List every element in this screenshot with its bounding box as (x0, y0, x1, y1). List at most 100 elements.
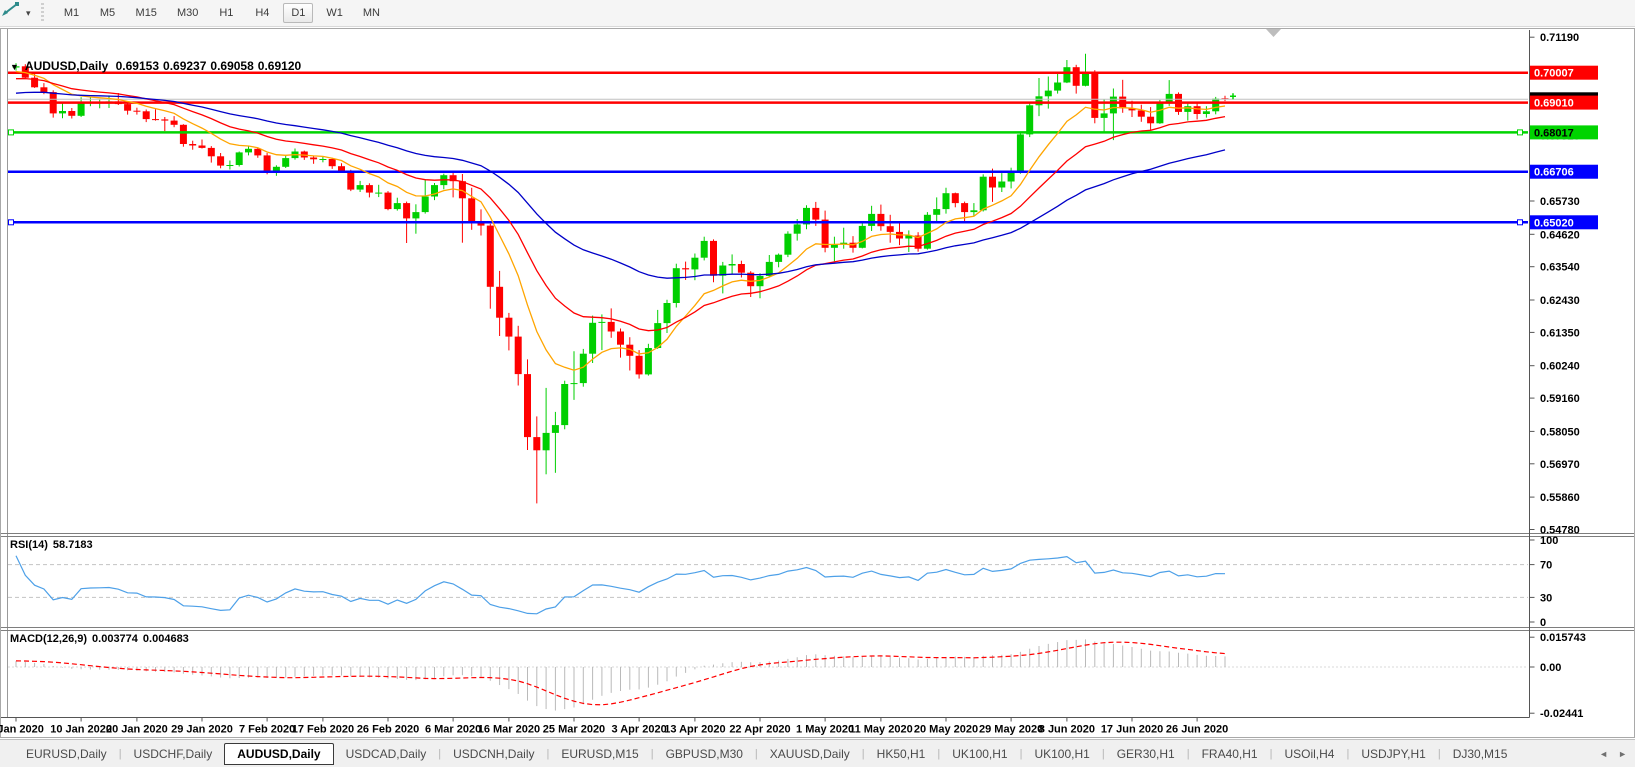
svg-text:0.61350: 0.61350 (1540, 327, 1580, 339)
bear-candle (468, 198, 476, 223)
timeframe-button-w1[interactable]: W1 (319, 3, 350, 23)
toolbar-grip[interactable] (38, 3, 46, 23)
timeframe-button-h4[interactable]: H4 (247, 3, 277, 23)
rsi-value: 58.7183 (52, 539, 93, 551)
chart-tab-usoil-h4[interactable]: USOil,H4 (1272, 743, 1346, 765)
tab-scroll-right-icon[interactable]: ► (1618, 749, 1627, 759)
svg-text:0.63540: 0.63540 (1540, 262, 1580, 274)
bull-candle (1202, 111, 1210, 114)
bull-candle (77, 102, 85, 116)
chart-canvas[interactable]: 0.711900.700800.690000.679200.668100.657… (0, 28, 1635, 738)
timeframe-button-m15[interactable]: M15 (129, 3, 164, 23)
bear-candle (403, 203, 411, 219)
bear-candle (961, 203, 969, 213)
svg-text:29 Jan 2020: 29 Jan 2020 (171, 724, 233, 736)
svg-text:1 May 2020: 1 May 2020 (796, 724, 854, 736)
bull-candle (235, 152, 243, 165)
timeframe-button-h1[interactable]: H1 (211, 3, 241, 23)
timeframe-button-mn[interactable]: MN (356, 3, 387, 23)
bear-candle (1137, 110, 1145, 117)
bull-candle (1026, 105, 1034, 135)
bear-candle (710, 240, 717, 276)
rsi-name: RSI(14) (10, 539, 48, 551)
bull-candle (793, 224, 801, 234)
bear-candle (617, 331, 624, 345)
macd-label: MACD(12,26,9) 0.003774 0.004683 (10, 633, 194, 645)
bear-candle (821, 219, 829, 248)
bear-candle (951, 193, 959, 204)
bull-candle (356, 185, 364, 190)
chart-tab-eurusd-daily[interactable]: EURUSD,Daily (14, 743, 119, 765)
svg-text:11 May 2020: 11 May 2020 (849, 724, 913, 736)
timeframe-button-d1[interactable]: D1 (283, 3, 314, 23)
bear-candle (496, 286, 504, 318)
chart-tab-ger30-h1[interactable]: GER30,H1 (1105, 743, 1187, 765)
bear-candle (365, 185, 373, 193)
bull-candle (598, 321, 606, 323)
bear-candle (217, 156, 225, 166)
ohlc-close: 0.69120 (257, 59, 302, 73)
tool-dropdown-caret[interactable]: ▾ (26, 8, 31, 19)
bull-candle (1184, 106, 1192, 112)
chart-tab-hk50-h1[interactable]: HK50,H1 (865, 743, 938, 765)
bear-candle (682, 268, 690, 270)
svg-text:0: 0 (1540, 617, 1546, 629)
svg-text:17 Feb 2020: 17 Feb 2020 (292, 724, 354, 736)
hline-handle[interactable] (8, 219, 14, 226)
svg-text:0.015743: 0.015743 (1540, 632, 1586, 644)
svg-text:0.65020: 0.65020 (1534, 217, 1574, 229)
bull-candle (1054, 82, 1062, 91)
bull-candle (226, 165, 234, 166)
bull-candle (654, 323, 662, 348)
chart-tab-usdchf-daily[interactable]: USDCHF,Daily (122, 743, 225, 765)
tab-scroll-left-icon[interactable]: ◄ (1599, 749, 1608, 759)
bear-candle (133, 110, 141, 112)
bear-candle (1147, 116, 1155, 124)
macd-main-value: 0.003774 (92, 633, 138, 645)
timeframe-button-m5[interactable]: M5 (93, 3, 123, 23)
bull-candle (858, 225, 866, 248)
chart-tab-eurusd-m15[interactable]: EURUSD,M15 (549, 743, 650, 765)
svg-text:0.66706: 0.66706 (1534, 167, 1574, 179)
timeframe-button-m30[interactable]: M30 (170, 3, 205, 23)
timeframe-button-m1[interactable]: M1 (57, 3, 87, 23)
chart-tab-xauusd-daily[interactable]: XAUUSD,Daily (758, 743, 862, 765)
chart-tab-usdcad-daily[interactable]: USDCAD,Daily (334, 743, 439, 765)
svg-text:16 Mar 2020: 16 Mar 2020 (478, 724, 540, 736)
bull-candle (245, 148, 252, 153)
bull-candle (728, 264, 736, 266)
bear-candle (161, 119, 169, 121)
price-badge-0.68017: 0.68017 (1530, 125, 1598, 140)
symbol-dropdown-caret[interactable]: ▼ (10, 62, 19, 72)
bull-candle (421, 196, 429, 213)
bull-candle (1156, 102, 1164, 124)
chart-tab-dj30-m15[interactable]: DJ30,M15 (1441, 743, 1520, 765)
bear-candle (179, 124, 187, 144)
hline-handle[interactable] (1517, 219, 1523, 226)
bear-candle (505, 317, 513, 337)
chart-tab-uk100-h1[interactable]: UK100,H1 (940, 743, 1019, 765)
chart-tab-uk100-h1[interactable]: UK100,H1 (1022, 743, 1101, 765)
svg-text:0.62430: 0.62430 (1540, 295, 1580, 307)
bull-candle (691, 257, 699, 270)
bear-candle (607, 321, 615, 332)
bull-candle (979, 176, 987, 211)
chart-tab-usdcnh-daily[interactable]: USDCNH,Daily (441, 743, 546, 765)
hline-handle[interactable] (1517, 129, 1523, 136)
hline-handle[interactable] (8, 129, 14, 136)
bull-candle (1165, 93, 1173, 102)
bull-candle (970, 210, 978, 213)
chart-tab-fra40-h1[interactable]: FRA40,H1 (1190, 743, 1270, 765)
chart-tab-gbpusd-m30[interactable]: GBPUSD,M30 (654, 743, 755, 765)
trendline-tool-icon[interactable] (2, 2, 26, 22)
chart-tab-audusd-daily[interactable]: AUDUSD,Daily (224, 742, 334, 765)
svg-text:0.70007: 0.70007 (1534, 68, 1574, 80)
bear-candle (142, 111, 150, 120)
svg-text:0.69010: 0.69010 (1534, 98, 1574, 110)
price-badge-0.66706: 0.66706 (1530, 164, 1598, 179)
chart-tab-usdjpy-h1[interactable]: USDJPY,H1 (1349, 743, 1437, 765)
bear-candle (310, 157, 318, 160)
svg-text:1 Jan 2020: 1 Jan 2020 (0, 724, 44, 736)
symbol-title: AUDUSD,Daily (24, 59, 109, 73)
bear-candle (1072, 67, 1080, 86)
